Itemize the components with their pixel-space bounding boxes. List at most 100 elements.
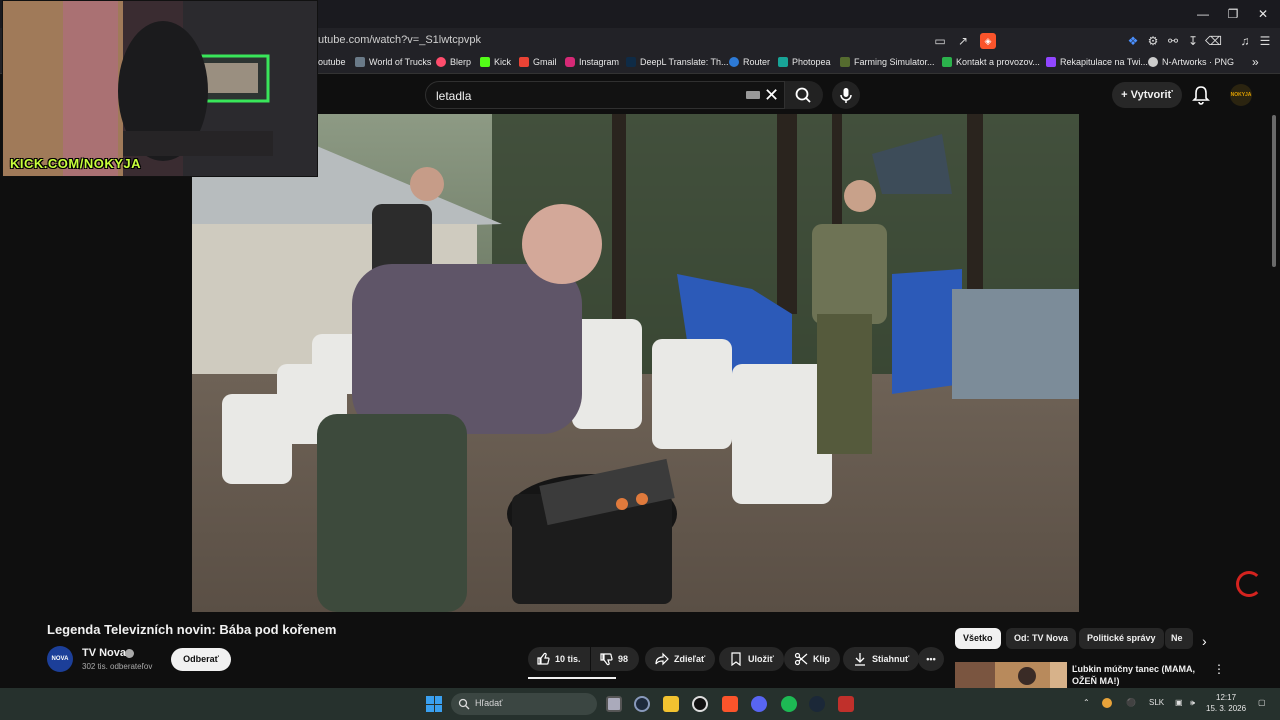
page-scrollbar[interactable] [1272,115,1276,267]
app-icon[interactable] [634,696,650,712]
tray-app-icon[interactable] [1102,698,1112,708]
webcam-channel-tag: KICK.COM/NOKYJA [10,156,142,171]
video-title: Legenda Televizních novin: Bába pod koře… [47,622,337,637]
chip-truncated[interactable]: Ne [1165,628,1193,649]
chip-all[interactable]: Všetko [955,628,1001,649]
bookmark-label: Rekapitulace na Twi... [1060,57,1148,67]
share-button[interactable]: Zdieľať [645,647,716,671]
windows-start-icon[interactable] [426,696,442,712]
cast-icon[interactable]: ▭ [932,33,948,49]
address-bar[interactable]: utube.com/watch?v=_S1lwtcpvpk [318,34,481,46]
bookmark-youtube[interactable]: outube [318,57,346,67]
video-frame [192,114,1079,612]
bookmark-photopea[interactable]: Photopea [778,57,831,67]
voice-search-button[interactable] [832,81,860,109]
restore-icon[interactable]: ❐ [1222,4,1244,24]
steam-icon[interactable] [809,696,825,712]
bookmark-label: outube [318,57,346,67]
spotify-icon[interactable] [781,696,797,712]
twitch-icon [1046,57,1056,67]
brave-icon[interactable] [722,696,738,712]
microphone-tray-icon[interactable]: ⚫ [1126,698,1136,707]
clip-button[interactable]: Klip [784,647,840,671]
keyboard-icon[interactable] [746,91,760,99]
bookmark-label: N-Artworks · PNG [1162,57,1234,67]
close-icon[interactable]: ✕ [1252,4,1274,24]
media-icon[interactable]: ♫ [1237,33,1253,49]
thumbnail-image [955,662,1067,688]
share-page-icon[interactable]: ↗ [955,33,971,49]
more-actions-button[interactable]: ••• [918,647,944,671]
share-icon [655,652,669,666]
download-button[interactable]: Stiahnuť [843,647,920,671]
blerp-icon [436,57,446,67]
recommended-menu-icon[interactable]: ⋮ [1213,662,1225,676]
tray-overflow-icon[interactable]: ⌃ [1083,698,1090,707]
taskbar-search-placeholder: Hľadať [475,698,503,708]
download-icon [855,653,865,666]
taskbar-search[interactable]: Hľadať [451,693,597,715]
bookmark-instagram[interactable]: Instagram [565,57,619,67]
volume-icon[interactable]: 🕪 [1190,698,1195,708]
notifications-tray-icon[interactable]: ▢ [1258,698,1266,707]
notifications-button[interactable] [1192,85,1210,105]
channel-name[interactable]: TV Nova [82,647,126,659]
language-indicator[interactable]: SLK [1149,698,1164,707]
recommended-title[interactable]: Ľubkin múčny tanec (MAMA, OŽEŇ MA!) [1072,663,1202,687]
router-icon [729,57,739,67]
plus-icon: + [1121,89,1131,101]
minimize-icon[interactable]: — [1192,4,1214,24]
bookmark-world-of-trucks[interactable]: World of Trucks [355,57,431,67]
gmail-icon [519,57,529,67]
bookmark-kick[interactable]: Kick [480,57,511,67]
clear-search-icon[interactable]: ✕ [764,85,779,106]
network-icon[interactable]: ▣ [1175,698,1183,707]
chip-political-news[interactable]: Politické správy [1079,628,1164,649]
trash-icon[interactable]: ⌫ [1205,33,1222,49]
chevron-right-icon[interactable]: › [1202,633,1207,649]
create-button[interactable]: + Vytvoriť [1112,82,1182,108]
key-icon[interactable]: ⚯ [1165,33,1181,49]
clip-label: Klip [813,654,830,664]
brave-shield-icon[interactable]: ◈ [980,33,996,49]
video-player[interactable] [192,114,1079,612]
leo-icon[interactable]: ❖ [1125,33,1141,49]
bookmark-gmail[interactable]: Gmail [519,57,557,67]
voicemod-icon[interactable] [838,696,854,712]
taskbar-clock[interactable]: 12:17 15. 3. 2026 [1206,692,1246,714]
bookmark-deepl[interactable]: DeepL Translate: Th... [626,57,729,67]
thumbs-down-icon [600,653,613,666]
search-button[interactable] [785,81,823,109]
account-avatar[interactable]: NOKYJA [1230,84,1252,106]
search-input[interactable]: letadla [436,89,471,103]
subscribe-button[interactable]: Odberať [171,648,231,671]
bookmark-router[interactable]: Router [729,57,770,67]
bookmark-rekapitulace[interactable]: Rekapitulace na Twi... [1046,57,1148,67]
bookmark-farming-simulator[interactable]: Farming Simulator... [840,57,935,67]
like-button[interactable]: 10 tis. [528,647,590,671]
chip-from-channel[interactable]: Od: TV Nova [1006,628,1077,649]
microphone-icon [840,88,852,103]
like-count: 10 tis. [555,654,581,664]
bookmark-blerp[interactable]: Blerp [436,57,471,67]
search-icon [458,698,470,710]
extensions-icon[interactable]: ⚙ [1145,33,1161,49]
search-box[interactable]: letadla ✕ [425,81,785,109]
recommended-thumbnail[interactable] [955,662,1067,688]
save-button[interactable]: Uložiť [719,647,784,671]
bookmarks-overflow-icon[interactable]: » [1252,55,1259,69]
download-label: Stiahnuť [872,654,910,664]
bookmark-kontakt[interactable]: Kontakt a provozov... [942,57,1040,67]
menu-icon[interactable]: ☰ [1257,33,1273,49]
bookmark-n-artworks[interactable]: N-Artworks · PNG [1148,57,1234,67]
dislike-button[interactable]: 98 [591,647,639,671]
bookmark-label: Farming Simulator... [854,57,935,67]
file-explorer-icon[interactable] [663,696,679,712]
task-view-icon[interactable] [606,696,622,712]
bookmark-label: Instagram [579,57,620,67]
obs-icon[interactable] [692,696,708,712]
channel-avatar[interactable]: NOVA [47,646,73,672]
discord-icon[interactable] [751,696,767,712]
verified-icon [125,649,134,658]
downloads-icon[interactable]: ↧ [1185,33,1201,49]
